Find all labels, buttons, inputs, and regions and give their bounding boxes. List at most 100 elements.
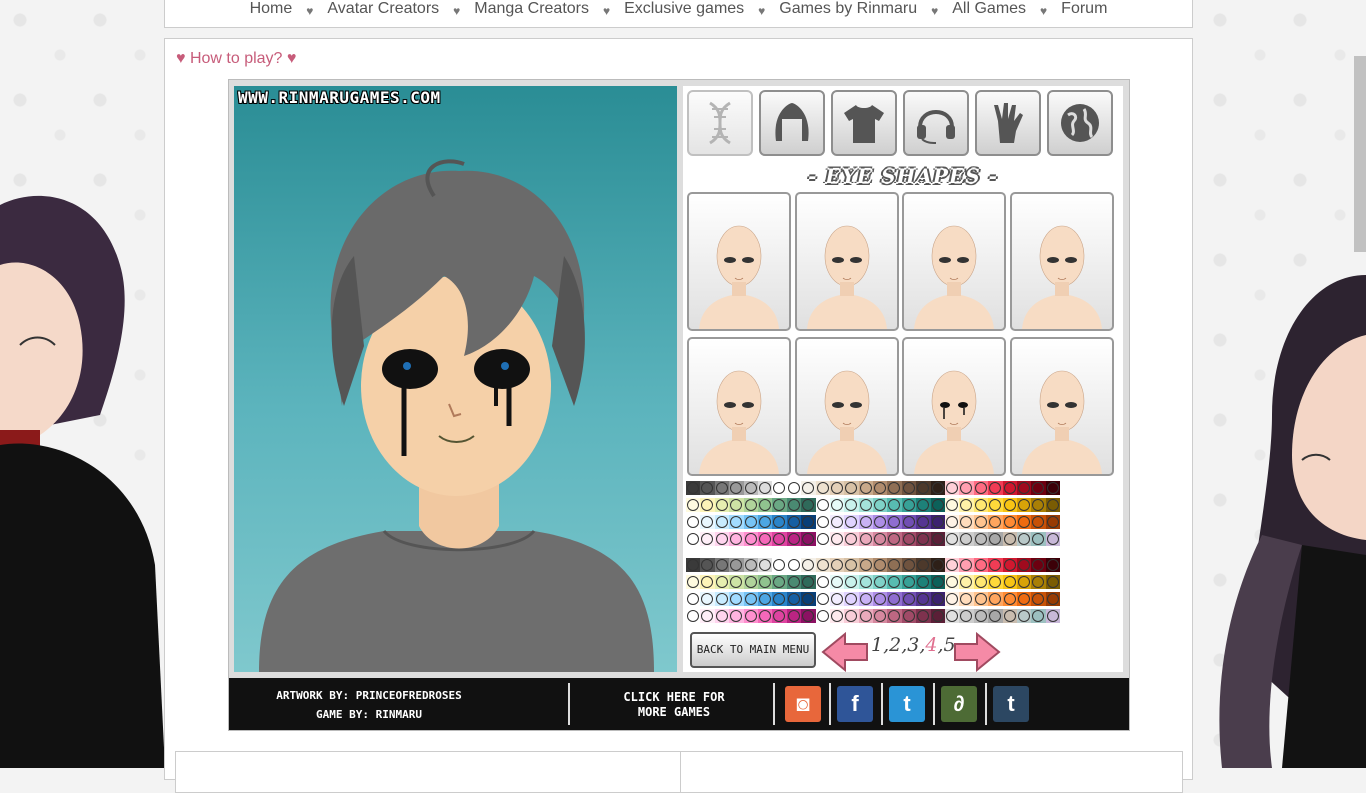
color-swatch-heart-icon[interactable] xyxy=(743,609,758,623)
eye-shape-option[interactable] xyxy=(902,337,1006,476)
color-swatch-heart-icon[interactable] xyxy=(743,592,758,606)
color-swatch-heart-icon[interactable] xyxy=(714,609,730,623)
color-swatch-heart-icon[interactable] xyxy=(700,575,715,589)
color-swatch-heart-icon[interactable] xyxy=(858,515,874,529)
color-swatch-heart-icon[interactable] xyxy=(945,609,960,623)
color-swatch-heart-icon[interactable] xyxy=(988,558,1003,572)
color-swatch-heart-icon[interactable] xyxy=(729,515,744,529)
color-swatch-heart-icon[interactable] xyxy=(916,558,931,572)
color-swatch-heart-icon[interactable] xyxy=(887,575,902,589)
color-swatch-heart-icon[interactable] xyxy=(786,575,802,589)
color-swatch-heart-icon[interactable] xyxy=(887,592,902,606)
color-swatch-heart-icon[interactable] xyxy=(772,575,787,589)
color-swatch-heart-icon[interactable] xyxy=(844,558,859,572)
color-swatch-heart-icon[interactable] xyxy=(700,498,715,512)
category-accessories-button[interactable] xyxy=(903,90,969,156)
color-swatch-heart-icon[interactable] xyxy=(916,609,931,623)
color-swatch-heart-icon[interactable] xyxy=(729,498,744,512)
color-swatch-heart-icon[interactable] xyxy=(901,609,917,623)
color-swatch-heart-icon[interactable] xyxy=(873,498,888,512)
deviantart-icon[interactable]: ∂ xyxy=(941,686,977,722)
color-swatch-heart-icon[interactable] xyxy=(743,498,758,512)
more-games-link[interactable]: CLICK HERE FOR MORE GAMES xyxy=(589,690,759,720)
nav-avatar-creators[interactable]: Avatar Creators xyxy=(327,0,439,18)
color-swatch-heart-icon[interactable] xyxy=(757,609,773,623)
color-swatch-heart-icon[interactable] xyxy=(1045,558,1061,572)
color-swatch-heart-icon[interactable] xyxy=(887,481,902,495)
color-swatch-heart-icon[interactable] xyxy=(844,515,859,529)
color-swatch-heart-icon[interactable] xyxy=(901,498,917,512)
color-swatch-heart-icon[interactable] xyxy=(873,575,888,589)
color-swatch-heart-icon[interactable] xyxy=(930,481,946,495)
nav-exclusive-games[interactable]: Exclusive games xyxy=(624,0,744,18)
color-swatch-heart-icon[interactable] xyxy=(959,498,974,512)
category-hair-button[interactable] xyxy=(759,90,825,156)
color-swatch-heart-icon[interactable] xyxy=(901,532,917,546)
color-swatch-heart-icon[interactable] xyxy=(973,481,989,495)
color-swatch-heart-icon[interactable] xyxy=(901,558,917,572)
color-swatch-heart-icon[interactable] xyxy=(1031,515,1046,529)
color-swatch-heart-icon[interactable] xyxy=(1031,609,1046,623)
color-swatch-heart-icon[interactable] xyxy=(1045,609,1061,623)
color-swatch-heart-icon[interactable] xyxy=(729,481,744,495)
color-swatch-heart-icon[interactable] xyxy=(988,481,1003,495)
color-swatch-heart-icon[interactable] xyxy=(829,532,845,546)
eye-shape-option[interactable] xyxy=(1009,192,1114,331)
color-swatch-heart-icon[interactable] xyxy=(959,592,974,606)
color-swatch-heart-icon[interactable] xyxy=(858,609,874,623)
color-swatch-heart-icon[interactable] xyxy=(1002,515,1017,529)
color-swatch-heart-icon[interactable] xyxy=(916,481,931,495)
nav-all-games[interactable]: All Games xyxy=(952,0,1026,18)
color-swatch-heart-icon[interactable] xyxy=(686,592,701,606)
color-swatch-heart-icon[interactable] xyxy=(786,515,802,529)
color-swatch-heart-icon[interactable] xyxy=(1045,481,1061,495)
color-swatch-heart-icon[interactable] xyxy=(757,532,773,546)
color-swatch-heart-icon[interactable] xyxy=(1031,498,1046,512)
color-swatch-heart-icon[interactable] xyxy=(786,532,802,546)
color-swatch-heart-icon[interactable] xyxy=(945,481,960,495)
eye-shape-option[interactable] xyxy=(794,337,899,476)
nav-manga-creators[interactable]: Manga Creators xyxy=(474,0,589,18)
color-swatch-heart-icon[interactable] xyxy=(772,592,787,606)
color-swatch-heart-icon[interactable] xyxy=(1016,558,1032,572)
color-swatch-heart-icon[interactable] xyxy=(959,609,974,623)
color-swatch-heart-icon[interactable] xyxy=(901,481,917,495)
color-swatch-heart-icon[interactable] xyxy=(801,592,816,606)
color-swatch-heart-icon[interactable] xyxy=(801,532,816,546)
color-swatch-heart-icon[interactable] xyxy=(1045,498,1061,512)
color-swatch-heart-icon[interactable] xyxy=(858,575,874,589)
color-swatch-heart-icon[interactable] xyxy=(700,481,715,495)
color-swatch-heart-icon[interactable] xyxy=(1002,498,1017,512)
color-swatch-heart-icon[interactable] xyxy=(1002,558,1017,572)
twitter-icon[interactable]: t xyxy=(889,686,925,722)
color-swatch-heart-icon[interactable] xyxy=(858,558,874,572)
color-swatch-heart-icon[interactable] xyxy=(815,592,830,606)
color-swatch-heart-icon[interactable] xyxy=(829,592,845,606)
color-swatch-heart-icon[interactable] xyxy=(916,498,931,512)
color-swatch-heart-icon[interactable] xyxy=(700,532,715,546)
color-swatch-heart-icon[interactable] xyxy=(786,481,802,495)
color-swatch-heart-icon[interactable] xyxy=(844,498,859,512)
color-swatch-heart-icon[interactable] xyxy=(988,575,1003,589)
color-swatch-heart-icon[interactable] xyxy=(945,558,960,572)
color-swatch-heart-icon[interactable] xyxy=(686,498,701,512)
color-swatch-heart-icon[interactable] xyxy=(959,575,974,589)
eye-shape-option[interactable] xyxy=(794,192,899,331)
color-swatch-heart-icon[interactable] xyxy=(686,481,701,495)
color-swatch-heart-icon[interactable] xyxy=(973,575,989,589)
color-swatch-heart-icon[interactable] xyxy=(988,498,1003,512)
color-swatch-heart-icon[interactable] xyxy=(844,575,859,589)
color-swatch-heart-icon[interactable] xyxy=(801,498,816,512)
color-swatch-heart-icon[interactable] xyxy=(973,532,989,546)
color-swatch-heart-icon[interactable] xyxy=(743,575,758,589)
color-swatch-heart-icon[interactable] xyxy=(1002,609,1017,623)
color-swatch-heart-icon[interactable] xyxy=(930,609,946,623)
color-swatch-heart-icon[interactable] xyxy=(714,515,730,529)
current-page[interactable]: 4 xyxy=(925,634,937,656)
color-swatch-heart-icon[interactable] xyxy=(873,532,888,546)
color-swatch-heart-icon[interactable] xyxy=(988,515,1003,529)
color-swatch-heart-icon[interactable] xyxy=(700,592,715,606)
color-swatch-heart-icon[interactable] xyxy=(686,609,701,623)
color-swatch-heart-icon[interactable] xyxy=(786,592,802,606)
color-swatch-heart-icon[interactable] xyxy=(801,609,816,623)
